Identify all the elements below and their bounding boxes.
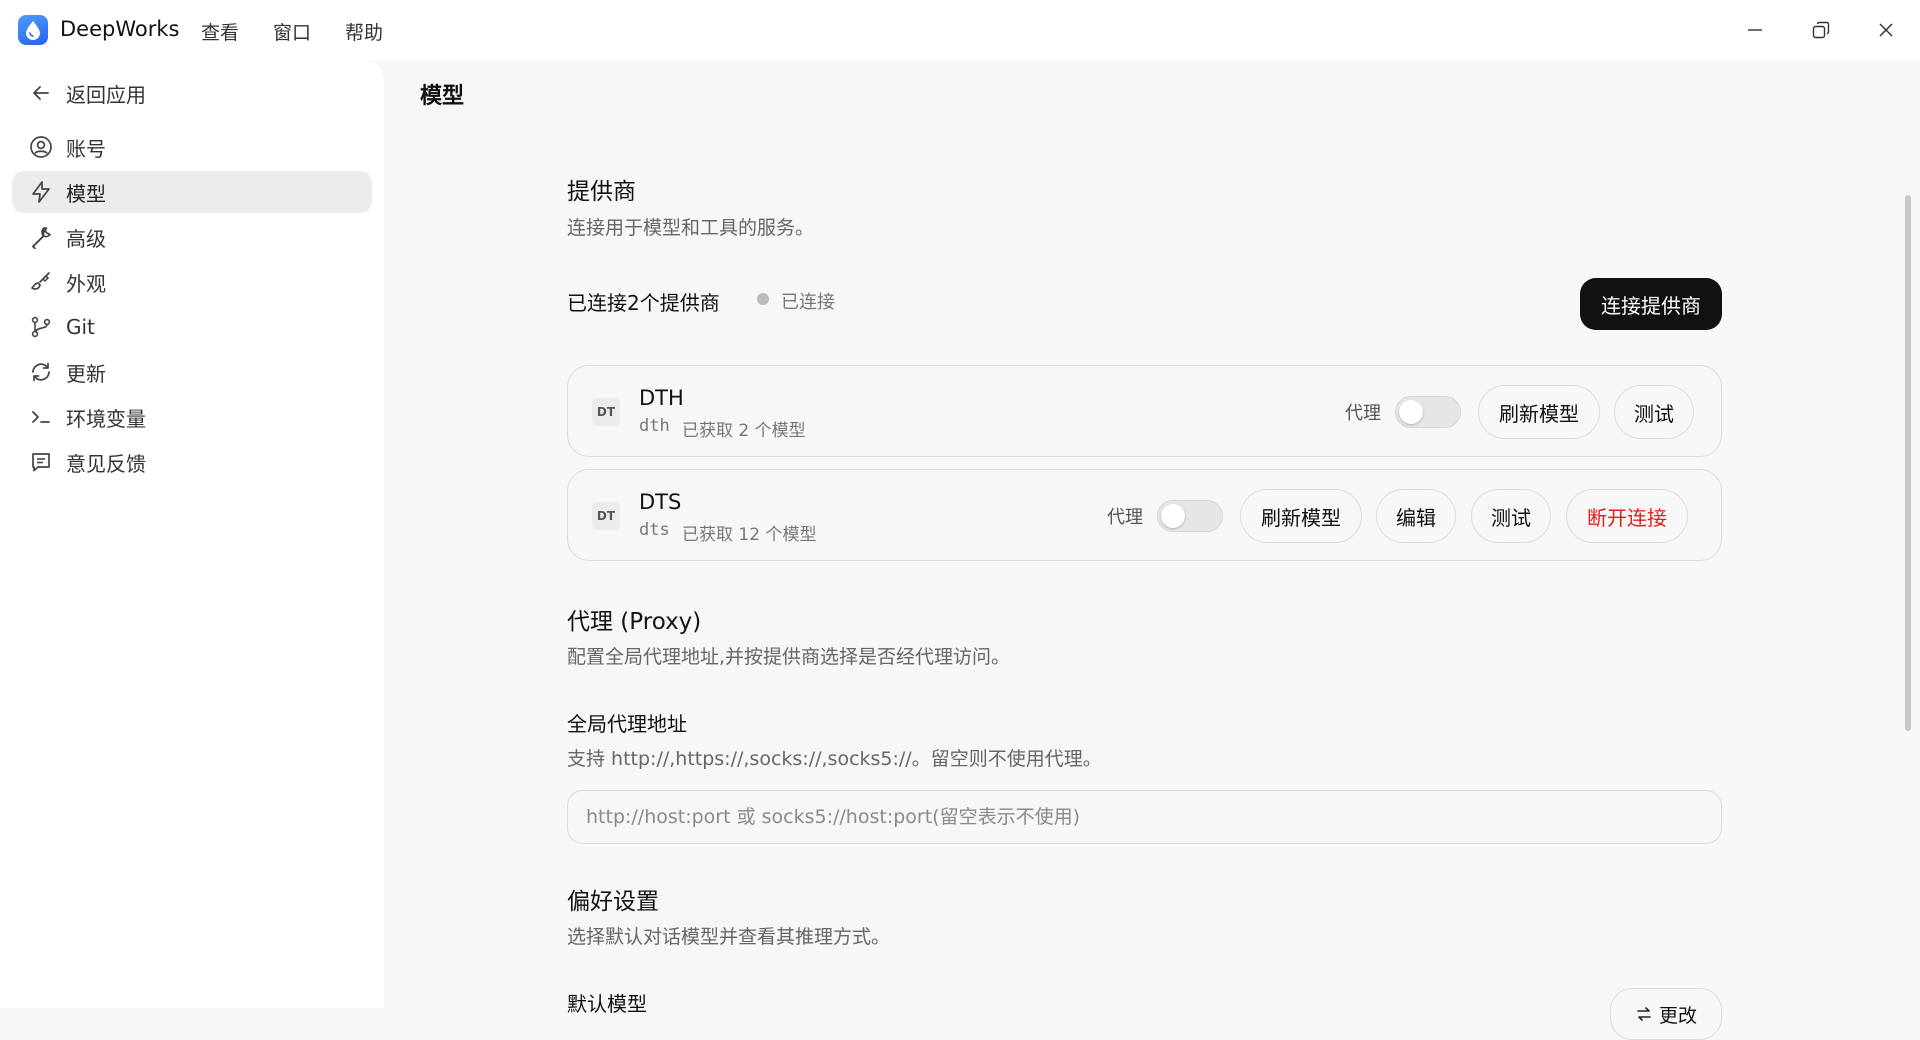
sidebar-item-feedback[interactable]: 意见反馈 [12, 441, 372, 483]
edit-button[interactable]: 编辑 [1376, 489, 1456, 543]
provider-card-dts: DT DTS dts 已获取 12 个模型 代理 刷新模型 编辑 测试 断开连接 [567, 469, 1722, 561]
global-proxy-label: 全局代理地址 [567, 712, 687, 736]
provider-models-info: 已获取 12 个模型 [682, 525, 817, 545]
brush-icon [28, 269, 54, 295]
menu-view[interactable]: 查看 [201, 18, 239, 45]
proxy-section-title: 代理 (Proxy) [567, 609, 702, 635]
proxy-toggle[interactable] [1395, 396, 1461, 428]
sidebar-item-label: 高级 [66, 226, 106, 251]
sidebar-item-advanced[interactable]: 高级 [12, 216, 372, 258]
proxy-section-description: 配置全局代理地址,并按提供商选择是否经代理访问。 [567, 646, 1011, 668]
refresh-icon [28, 359, 54, 385]
provider-card-dth: DT DTH dth 已获取 2 个模型 代理 刷新模型 测试 [567, 365, 1722, 457]
app-logo-icon [18, 15, 48, 45]
connected-count-label: 已连接2个提供商 [567, 291, 720, 315]
providers-section-description: 连接用于模型和工具的服务。 [567, 217, 815, 239]
close-icon [1879, 23, 1893, 37]
test-button[interactable]: 测试 [1614, 385, 1694, 439]
proxy-toggle-label: 代理 [1107, 507, 1143, 528]
test-button[interactable]: 测试 [1471, 489, 1551, 543]
sidebar-item-label: 意见反馈 [66, 451, 146, 476]
global-proxy-input[interactable] [567, 790, 1722, 844]
status-badge: 已连接 [781, 292, 835, 313]
sidebar-item-env-vars[interactable]: 环境变量 [12, 396, 372, 438]
sidebar-item-account[interactable]: 账号 [12, 126, 372, 168]
menu-window[interactable]: 窗口 [273, 18, 311, 45]
feedback-icon [28, 449, 54, 475]
provider-id: dts [639, 520, 670, 540]
provider-name: DTH [639, 386, 684, 410]
preferences-section-title: 偏好设置 [567, 889, 659, 915]
default-model-label: 默认模型 [567, 992, 647, 1016]
sidebar-item-label: Git [66, 315, 95, 339]
app-name: DeepWorks [60, 17, 180, 41]
back-to-app-label: 返回应用 [66, 82, 146, 107]
user-circle-icon [28, 134, 54, 160]
provider-id: dth [639, 416, 670, 436]
provider-badge: DT [592, 398, 620, 426]
minimize-button[interactable] [1733, 10, 1777, 50]
back-to-app-button[interactable]: 返回应用 [12, 72, 372, 114]
providers-section-title: 提供商 [567, 179, 636, 205]
terminal-icon [28, 404, 54, 430]
change-model-label: 更改 [1658, 1004, 1697, 1027]
sidebar-item-label: 账号 [66, 136, 106, 161]
wrench-icon [28, 224, 54, 250]
git-branch-icon [28, 314, 54, 340]
provider-name: DTS [639, 490, 682, 514]
refresh-models-button[interactable]: 刷新模型 [1240, 489, 1362, 543]
change-model-button[interactable]: 更改 [1610, 988, 1722, 1040]
title-bar: DeepWorks 查看 窗口 帮助 [0, 0, 1920, 60]
proxy-toggle[interactable] [1157, 500, 1223, 532]
connect-provider-button[interactable]: 连接提供商 [1580, 278, 1722, 330]
restore-icon [1812, 21, 1830, 39]
disconnect-button[interactable]: 断开连接 [1566, 489, 1688, 543]
sidebar-item-label: 环境变量 [66, 406, 146, 431]
sidebar-item-models[interactable]: 模型 [12, 171, 372, 213]
sidebar-item-label: 更新 [66, 361, 106, 386]
sidebar-item-updates[interactable]: 更新 [12, 351, 372, 393]
provider-models-info: 已获取 2 个模型 [682, 421, 806, 441]
page-title: 模型 [420, 84, 465, 109]
lightning-icon [28, 179, 54, 205]
refresh-models-button[interactable]: 刷新模型 [1478, 385, 1600, 439]
status-dot [757, 293, 769, 305]
sidebar: 返回应用 账号 模型 高级 外观 Git 更新 环境变量 意见反馈 [0, 60, 384, 1008]
sidebar-item-appearance[interactable]: 外观 [12, 261, 372, 303]
scrollbar-thumb[interactable] [1905, 195, 1911, 731]
global-proxy-hint: 支持 http://,https://,socks://,socks5://。留… [567, 748, 1102, 770]
minimize-icon [1748, 29, 1762, 31]
preferences-section-description: 选择默认对话模型并查看其推理方式。 [567, 926, 891, 948]
arrow-left-icon [28, 80, 54, 106]
proxy-toggle-label: 代理 [1345, 403, 1381, 424]
scrollbar[interactable] [1902, 130, 1914, 1008]
sidebar-item-git[interactable]: Git [12, 306, 372, 348]
provider-badge: DT [592, 502, 620, 530]
menu-help[interactable]: 帮助 [345, 18, 383, 45]
restore-button[interactable] [1799, 10, 1843, 50]
sidebar-item-label: 模型 [66, 181, 106, 206]
close-button[interactable] [1864, 10, 1908, 50]
sidebar-item-label: 外观 [66, 271, 106, 296]
main-content: 模型 提供商 连接用于模型和工具的服务。 已连接2个提供商 已连接 连接提供商 … [384, 60, 1920, 1040]
